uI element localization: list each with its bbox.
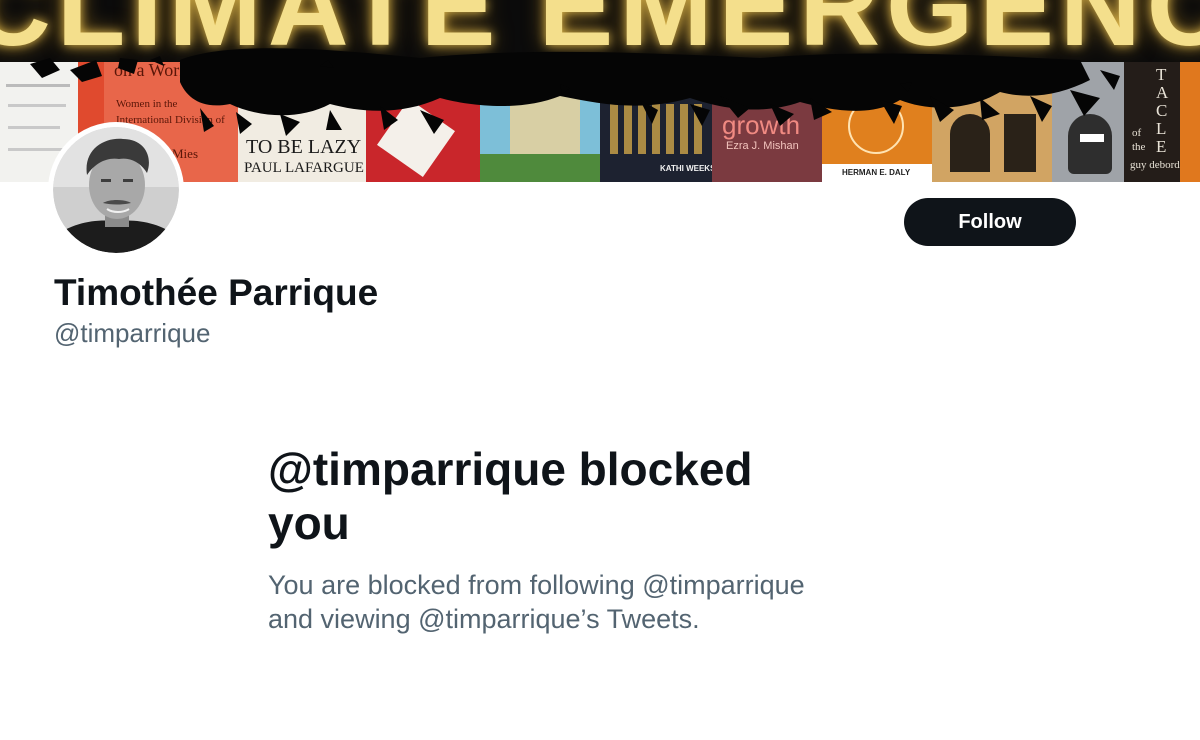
blocked-notice-description: You are blocked from following @timparri… [268,570,805,634]
avatar-photo [53,127,179,253]
banner-ink-splatter [30,48,1120,136]
follow-button[interactable]: Follow [904,198,1076,246]
blocked-notice-title: @timparrique blocked you [268,443,753,549]
profile-display-name: Timothée Parrique [54,272,379,313]
profile-banner[interactable]: on a World Women in the International Di… [0,0,1200,182]
profile-avatar[interactable] [48,122,184,258]
profile-handle: @timparrique [54,318,211,348]
